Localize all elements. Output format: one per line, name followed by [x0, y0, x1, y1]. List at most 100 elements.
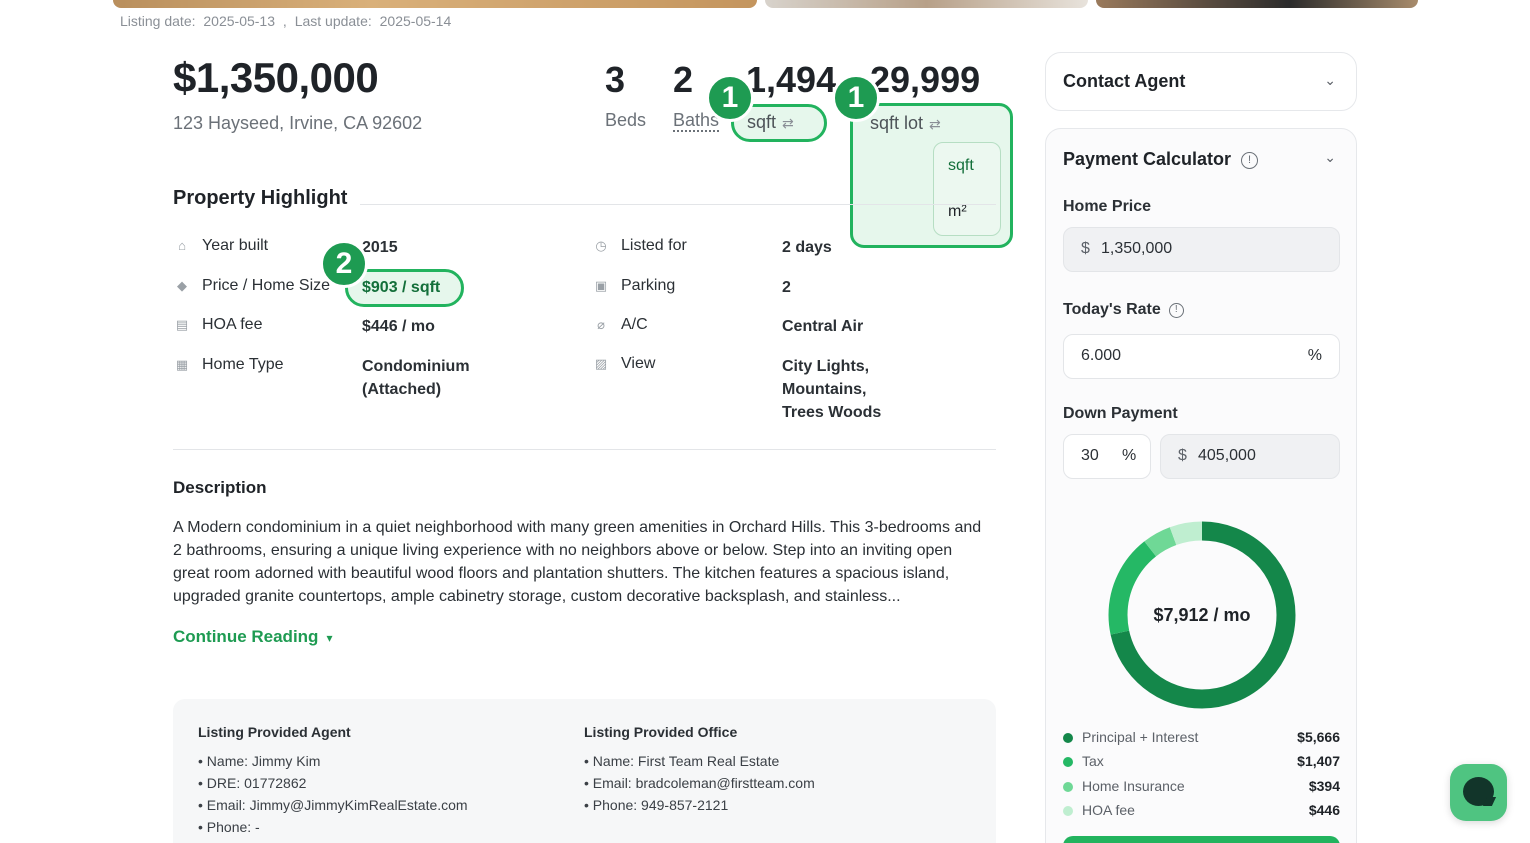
chat-bubble-icon [1463, 777, 1494, 806]
rate-input[interactable]: 6.000 % [1063, 334, 1340, 379]
beds-stat: 3 Beds [605, 58, 646, 131]
view-line: Trees Woods [782, 404, 882, 421]
chevron-down-icon[interactable]: ⌄ [1324, 72, 1336, 89]
home-type-value: Condominium (Attached) [362, 355, 470, 401]
down-amount-input[interactable]: $ 405,000 [1160, 434, 1340, 479]
rate-value: 6.000 [1081, 347, 1122, 364]
step-badge: 2 [320, 240, 368, 288]
agent-email[interactable]: • Email: Jimmy@JimmyKimRealEstate.com [198, 794, 468, 816]
gallery-photo[interactable] [113, 0, 757, 8]
office-name: • Name: First Team Real Estate [584, 753, 780, 769]
photo-gallery-strip[interactable] [0, 0, 1530, 8]
payment-calculator-title: Payment Calculator! [1063, 149, 1259, 170]
info-icon[interactable]: ! [1241, 152, 1259, 169]
listing-price: $1,350,000 [173, 54, 379, 101]
year-built-label: Year built [202, 237, 269, 254]
step-badge: 1 [706, 74, 754, 122]
swap-icon: ⇄ [929, 116, 941, 132]
home-price-value: 1,350,000 [1101, 240, 1173, 257]
view-line: City Lights, [782, 358, 870, 375]
parking-icon: ▣ [594, 278, 608, 293]
legend-amount: $5,666 [1297, 729, 1340, 745]
payment-calculator-label: Payment Calculator [1063, 149, 1232, 169]
year-built-icon: ⌂ [178, 238, 186, 253]
home-price-input[interactable]: $ 1,350,000 [1063, 227, 1340, 272]
down-amount-value: 405,000 [1198, 447, 1256, 464]
legend-name: Home Insurance [1082, 778, 1185, 794]
divider [360, 204, 996, 205]
agent-phone: • Phone: - [198, 819, 260, 835]
office-email[interactable]: • Email: bradcoleman@firstteam.com [584, 772, 815, 794]
legend-name: HOA fee [1082, 802, 1135, 818]
listing-dates: Listing date: 2025-05-13 , Last update: … [120, 13, 455, 29]
continue-reading-label: Continue Reading [173, 627, 319, 646]
payment-donut-chart: $7,912 / mo [1106, 519, 1298, 711]
legend-amount: $446 [1308, 802, 1340, 818]
listed-for-label: Listed for [621, 237, 687, 254]
provided-agent: Listing Provided Agent • Name: Jimmy Kim… [198, 724, 468, 838]
ac-value: Central Air [782, 318, 864, 335]
view-icon: ▨ [594, 356, 608, 371]
sqft-value: 1,494 [746, 59, 837, 100]
currency-prefix: $ [1178, 447, 1187, 464]
home-type-icon: ▦ [175, 357, 189, 372]
agent-dre: • DRE: 01772862 [198, 775, 307, 791]
legend-dot [1063, 733, 1073, 743]
lot-unit-dropdown[interactable]: sqft lot ⇄ sqft m² [850, 103, 1013, 248]
home-type-label: Home Type [202, 356, 284, 373]
continue-reading-link[interactable]: Continue Reading ▾ [173, 627, 332, 647]
listing-provided-panel: Listing Provided Agent • Name: Jimmy Kim… [173, 699, 996, 843]
parking-label: Parking [621, 277, 676, 294]
down-percent-input[interactable]: 30 % [1063, 434, 1151, 479]
unit-option-sqft[interactable]: sqft [948, 157, 974, 175]
hoa-fee-label: HOA fee [202, 316, 263, 333]
last-update-date: 2025-05-14 [379, 13, 452, 29]
year-built-value: 2015 [362, 239, 398, 256]
last-update-label: Last update: [294, 13, 372, 29]
contact-agent-card[interactable]: Contact Agent ⌄ [1045, 52, 1357, 111]
legend-amount: $1,407 [1297, 753, 1340, 769]
legend-name: Principal + Interest [1082, 729, 1199, 745]
gallery-photo[interactable] [765, 0, 1088, 8]
date-separator: , [282, 13, 287, 29]
beds-value: 3 [605, 59, 626, 100]
agent-name: • Name: Jimmy Kim [198, 753, 321, 769]
swap-icon: ⇄ [782, 115, 794, 131]
todays-rate-label: Today's Rate! [1063, 301, 1184, 319]
ac-label: A/C [621, 316, 648, 333]
home-type-line: (Attached) [362, 381, 442, 398]
gallery-photo[interactable] [1096, 0, 1418, 8]
todays-rate-text: Today's Rate [1063, 301, 1161, 318]
unit-option-m2[interactable]: m² [948, 203, 967, 221]
legend-amount: $394 [1308, 778, 1340, 794]
clock-icon: ◷ [595, 238, 607, 253]
legend-dot [1063, 806, 1073, 816]
price-tag-icon: ◆ [177, 278, 187, 293]
listing-date-label: Listing date: [120, 13, 196, 29]
sqft-stat: 1,494 [746, 58, 836, 102]
price-per-sqft-value: $903 / sqft [362, 279, 441, 296]
legend-dot [1063, 757, 1073, 767]
listed-for-value: 2 days [782, 239, 832, 256]
listing-date: 2025-05-13 [203, 13, 276, 29]
legend-name: Tax [1082, 753, 1104, 769]
view-line: Mountains, [782, 381, 867, 398]
thermometer-icon: ⌀ [597, 317, 605, 332]
divider [173, 449, 996, 450]
office-phone[interactable]: • Phone: 949-857-2121 [584, 794, 815, 816]
chevron-down-icon[interactable]: ⌄ [1324, 149, 1336, 166]
provided-agent-title: Listing Provided Agent [198, 724, 351, 740]
step-badge: 1 [832, 74, 880, 122]
down-payment-label: Down Payment [1063, 405, 1178, 422]
calculator-action-button[interactable] [1063, 836, 1340, 843]
info-icon[interactable]: ! [1168, 303, 1184, 318]
price-per-size-label: Price / Home Size [202, 277, 331, 294]
beds-label: Beds [605, 110, 647, 130]
property-highlight-title: Property Highlight [173, 187, 348, 209]
legend-dot [1063, 782, 1073, 792]
description-text: A Modern condominium in a quiet neighbor… [173, 519, 982, 605]
chat-button[interactable] [1450, 764, 1507, 821]
percent-suffix: % [1122, 447, 1137, 464]
provided-office-title: Listing Provided Office [584, 724, 738, 740]
currency-prefix: $ [1081, 240, 1090, 257]
